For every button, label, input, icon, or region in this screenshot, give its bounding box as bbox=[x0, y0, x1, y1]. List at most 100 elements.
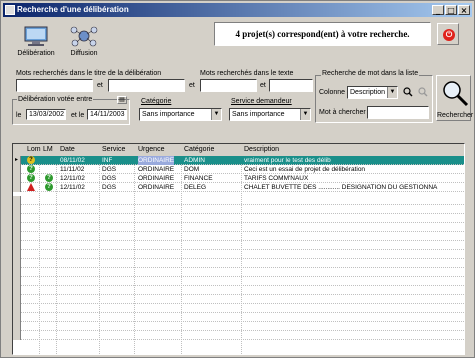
date-from-input[interactable]: 13/03/2002 bbox=[26, 109, 66, 120]
cell-urgence: ORDINAIRE bbox=[138, 184, 175, 191]
cell-urgence: ORDINAIRE bbox=[138, 156, 175, 165]
calendar-icon[interactable]: ▤ bbox=[117, 96, 127, 104]
row-marker bbox=[13, 174, 21, 183]
table-row[interactable]: ? 11/11/02 DGS ORDINAIRE DOM Ceci est un… bbox=[13, 165, 464, 174]
app-icon bbox=[5, 5, 15, 15]
cell-categorie: DOM bbox=[184, 166, 200, 173]
date-to-input[interactable]: 14/11/2003 bbox=[87, 109, 127, 120]
warning-icon bbox=[27, 183, 35, 191]
row-marker bbox=[13, 183, 21, 192]
table-row[interactable]: ? ? 12/11/02 DGS ORDINAIRE FINANCE TARIF… bbox=[13, 174, 464, 183]
text-et-label: et bbox=[260, 82, 266, 89]
colonne-select[interactable]: Description ▼ bbox=[347, 86, 398, 99]
cell-date: 08/11/02 bbox=[60, 157, 85, 164]
col-header-service[interactable]: Service bbox=[102, 144, 125, 156]
col-header-lom[interactable]: Lom bbox=[27, 144, 41, 156]
colonne-label: Colonne bbox=[319, 89, 346, 96]
text-search-label: Mots recherchés dans le texte bbox=[200, 70, 294, 77]
col-header-description[interactable]: Description bbox=[244, 144, 279, 156]
empty-table-row bbox=[13, 313, 464, 322]
status-ok-icon: ? bbox=[27, 165, 35, 173]
empty-table-row bbox=[13, 250, 464, 259]
empty-table-row bbox=[13, 196, 464, 205]
diffusion-label: Diffusion bbox=[70, 50, 98, 57]
empty-table-row bbox=[13, 241, 464, 250]
monitor-icon bbox=[24, 26, 48, 46]
chevron-down-icon[interactable]: ▼ bbox=[387, 87, 397, 98]
col-header-categorie[interactable]: Catégorie bbox=[184, 144, 214, 156]
cell-service: DGS bbox=[102, 166, 117, 173]
row-marker bbox=[13, 196, 21, 205]
empty-table-row bbox=[13, 304, 464, 313]
results-table[interactable]: Lom LM Date Service Urgence Catégorie De… bbox=[12, 143, 465, 355]
deliberation-button[interactable]: Délibération bbox=[15, 25, 57, 65]
cell-description: vraiment pour le test des délib bbox=[244, 157, 331, 164]
service-label: Service demandeur bbox=[231, 98, 292, 105]
col-header-urgence[interactable]: Urgence bbox=[138, 144, 164, 156]
deliberation-label: Délibération bbox=[17, 50, 55, 57]
magnifier-icon bbox=[443, 81, 469, 107]
title-search-label: Mots recherchés dans le titre de la déli… bbox=[16, 70, 162, 77]
cell-categorie: ADMIN bbox=[184, 157, 205, 164]
empty-rows bbox=[13, 196, 464, 340]
search-window: Recherche d'une délibération _ □ × Délib… bbox=[0, 0, 475, 358]
network-icon bbox=[70, 26, 98, 47]
empty-table-row bbox=[13, 322, 464, 331]
empty-table-row bbox=[13, 286, 464, 295]
row-marker bbox=[13, 165, 21, 174]
cell-description: CHALET BUVETTE DES ............ DESIGNAT… bbox=[244, 184, 438, 191]
window-title: Recherche d'une délibération bbox=[17, 5, 129, 14]
search-next-icon[interactable] bbox=[418, 87, 428, 97]
minimize-button[interactable]: _ bbox=[432, 5, 444, 15]
table-body: ▸ ? 08/11/02 INF ORDINAIRE ADMIN vraimen… bbox=[13, 156, 464, 192]
row-marker bbox=[13, 241, 21, 250]
cell-urgence: ORDINAIRE bbox=[138, 166, 175, 173]
title-word-1-input[interactable] bbox=[16, 79, 93, 92]
cell-date: 12/11/02 bbox=[60, 175, 85, 182]
row-marker bbox=[13, 205, 21, 214]
maximize-button[interactable]: □ bbox=[445, 5, 457, 15]
cell-categorie: FINANCE bbox=[184, 175, 213, 182]
date-to-label: et le bbox=[71, 112, 85, 119]
chevron-down-icon[interactable]: ▼ bbox=[300, 109, 310, 120]
date-from-label: le bbox=[16, 112, 22, 119]
row-marker bbox=[13, 277, 21, 286]
empty-table-row bbox=[13, 214, 464, 223]
empty-table-row bbox=[13, 277, 464, 286]
service-select[interactable]: Sans importance ▼ bbox=[229, 108, 311, 121]
cell-urgence: ORDINAIRE bbox=[138, 175, 175, 182]
table-row[interactable]: ▸ ? 08/11/02 INF ORDINAIRE ADMIN vraimen… bbox=[13, 156, 464, 165]
rechercher-button[interactable]: Rechercher bbox=[436, 75, 474, 121]
row-marker bbox=[13, 223, 21, 232]
chevron-down-icon[interactable]: ▼ bbox=[211, 109, 221, 120]
cell-description: TARIFS COMM'NAUX bbox=[244, 175, 309, 182]
table-row[interactable]: ? 12/11/02 DGS ORDINAIRE DELEG CHALET BU… bbox=[13, 183, 464, 192]
row-marker bbox=[13, 313, 21, 322]
dates-label: Délibération votée entre bbox=[17, 96, 94, 103]
row-marker bbox=[13, 214, 21, 223]
title-et-label-2: et bbox=[189, 82, 195, 89]
status-question-icon: ? bbox=[27, 156, 35, 164]
row-marker bbox=[13, 250, 21, 259]
title-bar[interactable]: Recherche d'une délibération _ □ × bbox=[3, 3, 472, 17]
col-header-date[interactable]: Date bbox=[60, 144, 75, 156]
col-header-lm[interactable]: LM bbox=[43, 144, 53, 156]
close-window-button[interactable]: × bbox=[458, 5, 470, 15]
row-marker bbox=[13, 304, 21, 313]
title-word-2-input[interactable] bbox=[108, 79, 185, 92]
cell-description: Ceci est un essai de projet de délibérat… bbox=[244, 166, 366, 173]
mot-label: Mot à chercher bbox=[319, 109, 366, 116]
cell-service: DGS bbox=[102, 184, 117, 191]
diffusion-button[interactable]: Diffusion bbox=[63, 25, 105, 65]
search-icon[interactable] bbox=[403, 87, 413, 97]
row-marker bbox=[13, 295, 21, 304]
empty-table-row bbox=[13, 232, 464, 241]
exit-button[interactable]: ⏻ bbox=[437, 23, 459, 45]
mot-input[interactable] bbox=[367, 106, 429, 119]
text-word-2-input[interactable] bbox=[269, 79, 313, 92]
rechercher-label: Rechercher bbox=[437, 112, 474, 119]
categorie-select[interactable]: Sans importance ▼ bbox=[139, 108, 222, 121]
row-marker: ▸ bbox=[13, 156, 21, 165]
list-search-label: Recherche de mot dans la liste bbox=[321, 70, 420, 77]
text-word-1-input[interactable] bbox=[200, 79, 257, 92]
